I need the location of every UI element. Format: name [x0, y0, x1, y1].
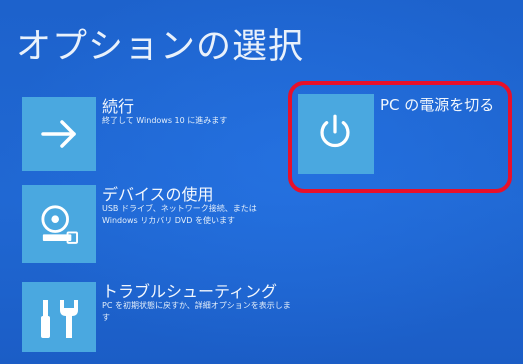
option-continue-description: 終了して Windows 10 に進みます	[102, 116, 228, 125]
option-troubleshoot-label: トラブルシューティング	[102, 282, 278, 301]
option-use-device[interactable]: デバイスの使用 USB ドライブ、ネットワーク接続、または Windows リカ…	[22, 185, 282, 265]
option-use-device-description: USB ドライブ、ネットワーク接続、または Windows リカバリ DVD を…	[102, 204, 257, 225]
option-troubleshoot[interactable]: トラブルシューティング PC を初期状態に戻すか、詳細オプションを表示します	[22, 282, 291, 352]
option-use-device-label: デバイスの使用	[102, 185, 214, 204]
option-troubleshoot-description: PC を初期状態に戻すか、詳細オプションを表示します	[102, 301, 291, 322]
page-title: オプションの選択	[16, 27, 305, 67]
options-screen: オプションの選択 続行 終了して Windows 10 に進みます デバイスの使…	[0, 0, 523, 364]
power-icon	[298, 94, 374, 174]
tools-icon	[22, 282, 96, 352]
disc-drive-icon	[22, 185, 96, 263]
option-power-off[interactable]: PC の電源を切る	[298, 94, 513, 184]
option-power-off-label: PC の電源を切る	[380, 96, 495, 114]
option-continue[interactable]: 続行 終了して Windows 10 に進みます	[22, 97, 282, 173]
arrow-right-icon	[22, 97, 96, 171]
option-continue-label: 続行	[102, 97, 135, 116]
